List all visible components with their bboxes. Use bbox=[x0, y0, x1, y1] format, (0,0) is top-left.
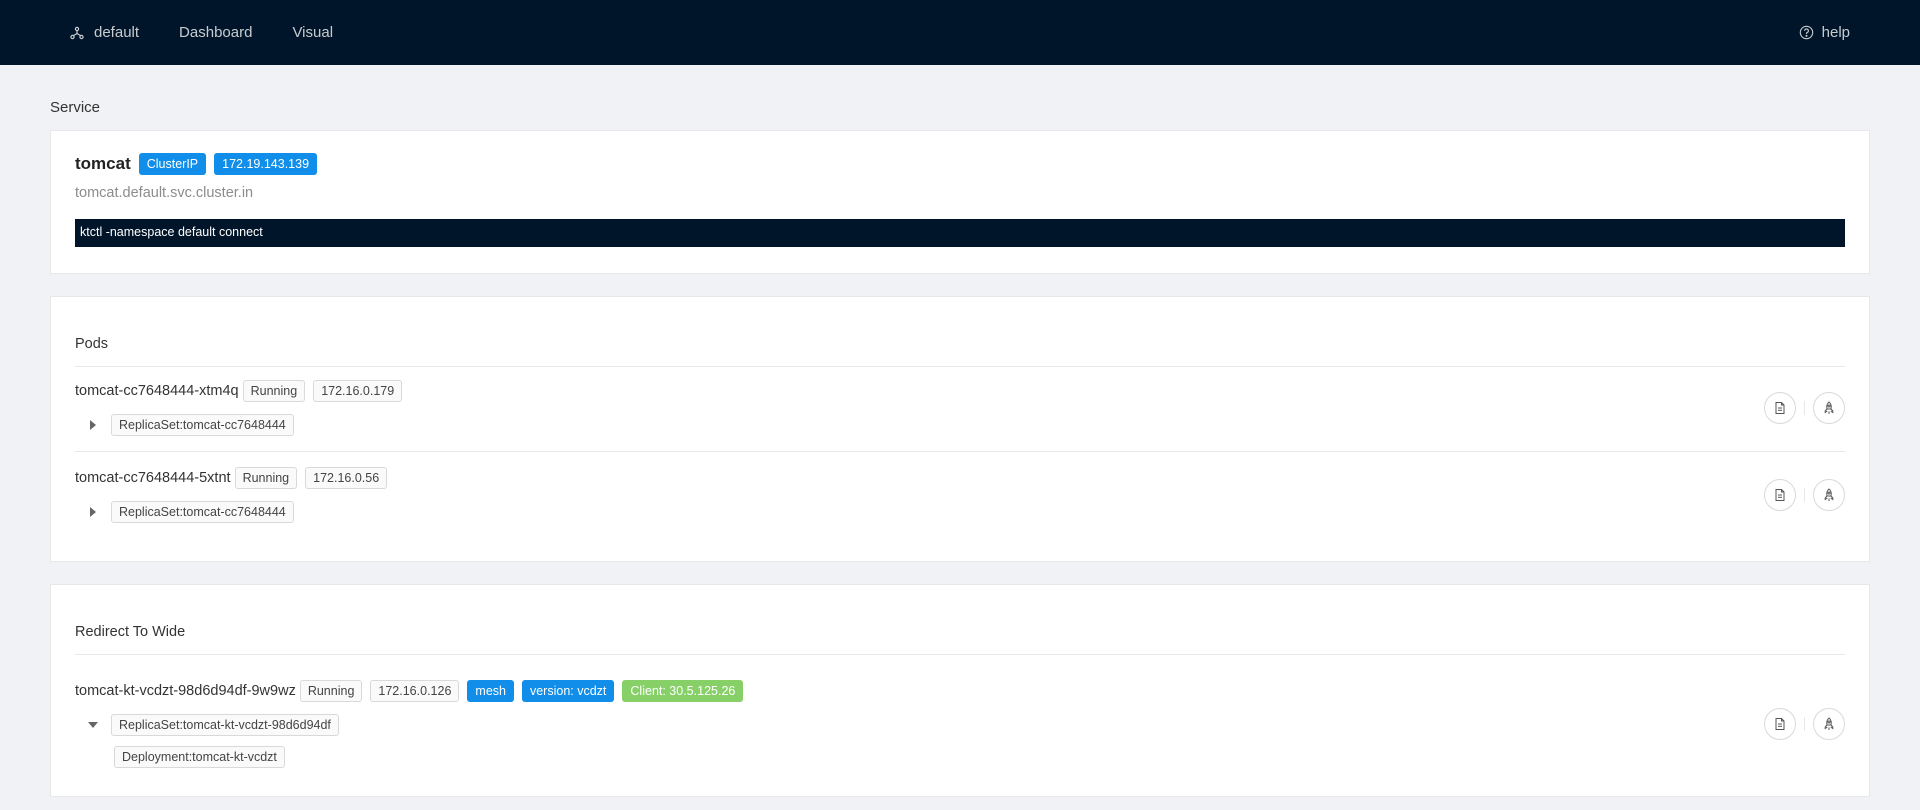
action-divider bbox=[1804, 717, 1805, 731]
replicaset-tag[interactable]: ReplicaSet:tomcat-kt-vcdzt-98d6d94df bbox=[111, 714, 339, 736]
caret-down-icon[interactable] bbox=[87, 719, 99, 731]
file-text-icon bbox=[1775, 402, 1785, 414]
redirect-card: Redirect To Wide tomcat-kt-vcdzt-98d6d94… bbox=[50, 584, 1870, 797]
exec-button[interactable] bbox=[1813, 479, 1845, 511]
action-divider bbox=[1804, 488, 1805, 502]
service-dns: tomcat.default.svc.cluster.in bbox=[75, 185, 254, 201]
view-log-button[interactable] bbox=[1764, 479, 1796, 511]
pod-status-badge: Running bbox=[299, 680, 363, 702]
pod-name: tomcat-cc7648444-5xtnt bbox=[75, 470, 231, 486]
rocket-icon bbox=[1824, 401, 1834, 414]
exec-button[interactable] bbox=[1813, 392, 1845, 424]
pod-actions bbox=[1764, 392, 1845, 424]
pod-actions bbox=[1764, 708, 1845, 740]
namespace-label: default bbox=[94, 24, 140, 41]
service-type-badge: ClusterIP bbox=[138, 153, 207, 175]
service-name: tomcat bbox=[75, 154, 131, 173]
pod-ip-badge: 172.16.0.56 bbox=[305, 467, 388, 489]
service-card: tomcat ClusterIP 172.19.143.139 tomcat.d… bbox=[50, 130, 1870, 274]
top-nav: default Dashboard Visual help bbox=[0, 0, 1920, 65]
question-circle-icon bbox=[1799, 25, 1813, 40]
pod-actions bbox=[1764, 479, 1845, 511]
nav-dashboard[interactable]: Dashboard bbox=[179, 24, 252, 41]
pod-row: tomcat-cc7648444-5xtnt Running 172.16.0.… bbox=[75, 452, 1845, 540]
deployment-tag[interactable]: Deployment:tomcat-kt-vcdzt bbox=[114, 746, 285, 768]
client-badge: Client: 30.5.125.26 bbox=[622, 680, 744, 702]
caret-right-icon[interactable] bbox=[87, 506, 99, 518]
redirect-title: Redirect To Wide bbox=[75, 585, 1845, 655]
replicaset-tag[interactable]: ReplicaSet:tomcat-cc7648444 bbox=[111, 501, 294, 523]
rocket-icon bbox=[1824, 488, 1834, 501]
service-section-label: Service bbox=[50, 99, 101, 116]
pods-card: Pods tomcat-cc7648444-xtm4q Running 172.… bbox=[50, 296, 1870, 562]
view-log-button[interactable] bbox=[1764, 708, 1796, 740]
action-divider bbox=[1804, 401, 1805, 415]
file-text-icon bbox=[1775, 489, 1785, 501]
help-label: help bbox=[1821, 24, 1850, 41]
file-text-icon bbox=[1775, 718, 1785, 730]
service-ip-badge: 172.19.143.139 bbox=[214, 153, 318, 175]
pod-ip-badge: 172.16.0.179 bbox=[313, 380, 403, 402]
pod-name: tomcat-kt-vcdzt-98d6d94df-9w9wz bbox=[75, 683, 296, 699]
exec-button[interactable] bbox=[1813, 708, 1845, 740]
caret-right-icon[interactable] bbox=[87, 419, 99, 431]
mesh-badge: mesh bbox=[467, 680, 514, 702]
cluster-icon bbox=[70, 26, 84, 39]
rocket-icon bbox=[1824, 717, 1834, 730]
version-badge: version: vcdzt bbox=[521, 680, 615, 702]
pod-ip-badge: 172.16.0.126 bbox=[370, 680, 460, 702]
replicaset-tag[interactable]: ReplicaSet:tomcat-cc7648444 bbox=[111, 414, 294, 436]
connect-command[interactable]: ktctl -namespace default connect bbox=[75, 219, 1845, 247]
pod-row: tomcat-kt-vcdzt-98d6d94df-9w9wz Running … bbox=[75, 655, 1845, 795]
help-link[interactable]: help bbox=[1799, 24, 1850, 41]
namespace-selector[interactable]: default bbox=[70, 24, 139, 41]
pod-name: tomcat-cc7648444-xtm4q bbox=[75, 383, 239, 399]
view-log-button[interactable] bbox=[1764, 392, 1796, 424]
pod-row: tomcat-cc7648444-xtm4q Running 172.16.0.… bbox=[75, 367, 1845, 452]
pod-status-badge: Running bbox=[242, 380, 306, 402]
main-content: Service tomcat ClusterIP 172.19.143.139 … bbox=[0, 65, 1920, 797]
nav-visual[interactable]: Visual bbox=[292, 24, 333, 41]
pods-title: Pods bbox=[75, 297, 1845, 367]
pod-status-badge: Running bbox=[234, 467, 298, 489]
